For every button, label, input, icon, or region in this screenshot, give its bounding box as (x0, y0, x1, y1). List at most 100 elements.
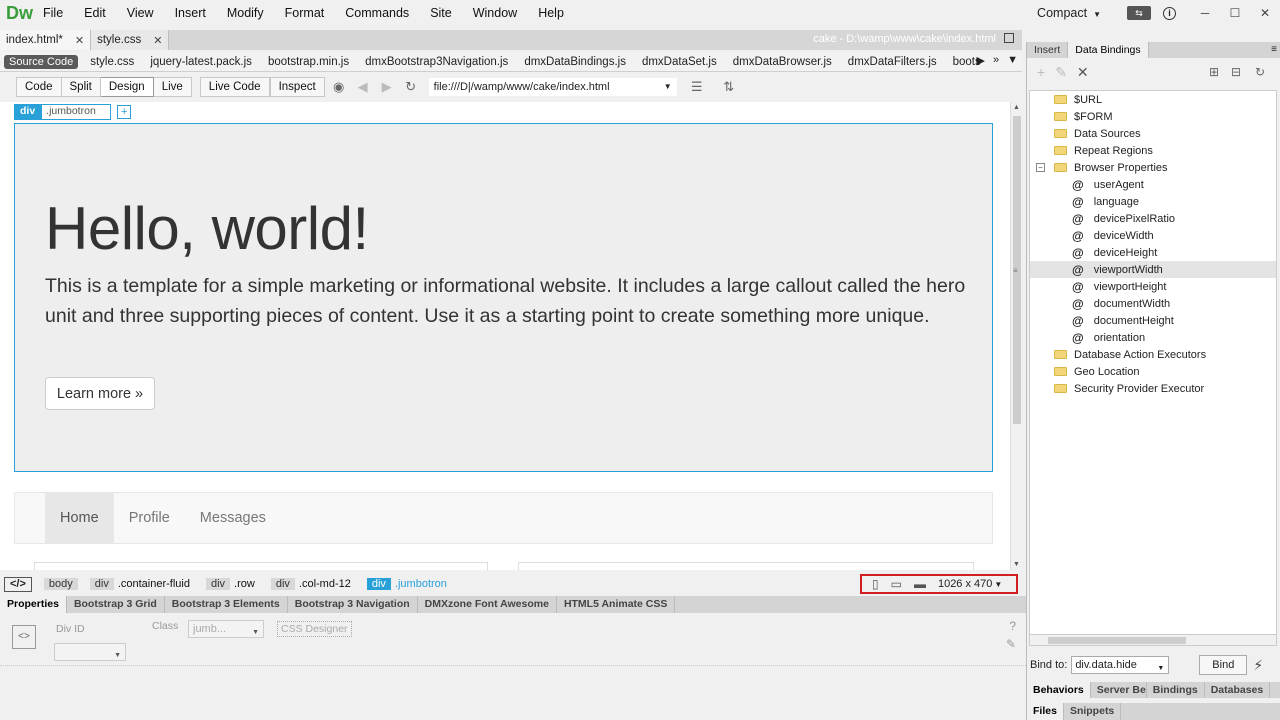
tab-server-behaviors[interactable]: Server Beh (1091, 682, 1147, 698)
menu-modify[interactable]: Modify (227, 6, 264, 20)
inspect-button[interactable]: Inspect (269, 77, 325, 97)
sync-settings-icon[interactable]: ⇆ (1127, 6, 1151, 20)
design-canvas[interactable]: div .jumbotron + Hello, world! This is a… (0, 102, 1010, 570)
close-icon[interactable]: ✕ (75, 34, 84, 47)
collapse-icon[interactable]: − (1036, 163, 1045, 172)
element-class[interactable]: .jumbotron (41, 104, 112, 120)
tab-bootstrap-grid[interactable]: Bootstrap 3 Grid (67, 596, 165, 613)
tree-item-database-action-executors[interactable]: Database Action Executors (1054, 346, 1206, 363)
related-file[interactable]: style.css (90, 56, 134, 68)
edit-icon[interactable]: ✎ (1055, 64, 1067, 81)
help-icon[interactable]: i (1163, 6, 1176, 20)
tree-item-data-sources[interactable]: Data Sources (1054, 125, 1141, 142)
globe-icon[interactable]: ◉ (329, 79, 349, 95)
file-transfer-icon[interactable]: ⇅ (719, 79, 739, 95)
close-button[interactable]: ✕ (1250, 6, 1280, 20)
code-navigator-button[interactable]: </> (4, 576, 32, 592)
bind-button[interactable]: Bind (1199, 655, 1248, 675)
tree-item-viewportheight[interactable]: @ viewportHeight (1072, 278, 1166, 295)
related-file[interactable]: dmxDataSet.js (642, 56, 717, 68)
magic-wand-icon[interactable]: ⚡ (1253, 657, 1263, 674)
tree-item-documentwidth[interactable]: @ documentWidth (1072, 295, 1170, 312)
tab-behaviors[interactable]: Behaviors (1027, 682, 1091, 698)
back-arrow-icon[interactable]: ◀ (353, 79, 373, 95)
tree-item-geo-location[interactable]: Geo Location (1054, 363, 1139, 380)
tab-bootstrap-navigation[interactable]: Bootstrap 3 Navigation (288, 596, 418, 613)
tab-index-html[interactable]: index.html* ✕ (0, 30, 92, 50)
refresh-icon[interactable]: ↻ (401, 79, 421, 95)
canvas-scrollbar[interactable]: ▲ ≡ ▼ (1010, 102, 1022, 570)
tree-item-browser-properties[interactable]: Browser Properties (1054, 159, 1168, 176)
tab-bootstrap-elements[interactable]: Bootstrap 3 Elements (165, 596, 288, 613)
related-file[interactable]: dmxDataFilters.js (848, 56, 937, 68)
nav-home[interactable]: Home (45, 493, 114, 543)
class-select[interactable]: jumb... ▼ (188, 620, 264, 638)
breadcrumb-container-fluid[interactable]: div .container-fluid (89, 578, 194, 590)
menu-help[interactable]: Help (538, 6, 564, 20)
tab-properties[interactable]: Properties (0, 596, 67, 613)
tree-item-documentheight[interactable]: @ documentHeight (1072, 312, 1174, 329)
chevron-down-icon[interactable]: ▼ (994, 580, 1002, 589)
tablet-size-icon[interactable]: ▭ (891, 577, 902, 591)
split-view-button[interactable]: Split (61, 77, 101, 97)
code-view-button[interactable]: Code (16, 77, 62, 97)
element-display[interactable]: div .jumbotron + (14, 104, 132, 120)
menu-view[interactable]: View (127, 6, 154, 20)
maximize-button[interactable]: ☐ (1220, 6, 1250, 20)
breadcrumb-col-md-12[interactable]: div .col-md-12 (270, 578, 355, 590)
close-icon[interactable]: ✕ (153, 34, 162, 47)
related-file[interactable]: dmxBootstrap3Navigation.js (365, 56, 508, 68)
related-file[interactable]: bootstrap.min.js (268, 56, 349, 68)
breadcrumb-jumbotron[interactable]: div .jumbotron (366, 578, 451, 590)
tab-insert[interactable]: Insert (1027, 42, 1069, 58)
more-files-icon[interactable]: » (993, 54, 999, 67)
jumbotron[interactable]: Hello, world! This is a template for a s… (14, 123, 993, 472)
menu-insert[interactable]: Insert (175, 6, 206, 20)
tab-animate-css[interactable]: HTML5 Animate CSS (557, 596, 676, 613)
tab-databases[interactable]: Databases (1205, 682, 1271, 698)
source-code-button[interactable]: Source Code (4, 54, 79, 69)
tab-data-bindings[interactable]: Data Bindings (1068, 42, 1149, 58)
tab-snippets[interactable]: Snippets (1064, 703, 1122, 720)
scroll-up-icon[interactable]: ▲ (1013, 104, 1020, 111)
breadcrumb-row[interactable]: div .row (205, 578, 259, 590)
tree-item-devicewidth[interactable]: @ deviceWidth (1072, 227, 1154, 244)
tab-bindings[interactable]: Bindings (1147, 682, 1205, 698)
tree-item-deviceheight[interactable]: @ deviceHeight (1072, 244, 1157, 261)
nav-profile[interactable]: Profile (114, 493, 185, 543)
menu-edit[interactable]: Edit (84, 6, 106, 20)
delete-icon[interactable]: ✕ (1077, 64, 1089, 81)
minimize-button[interactable]: ─ (1190, 6, 1220, 20)
related-file[interactable]: dmxDataBrowser.js (733, 56, 832, 68)
tree-item-devicepixelratio[interactable]: @ devicePixelRatio (1072, 210, 1175, 227)
css-designer-button[interactable]: CSS Designer (277, 621, 352, 637)
tab-files[interactable]: Files (1027, 703, 1064, 720)
add-icon[interactable]: + (1037, 64, 1045, 80)
chevron-down-icon[interactable]: ▼ (664, 82, 672, 91)
filter-icon[interactable]: ▼ (1007, 54, 1018, 67)
tree-item-orientation[interactable]: @ orientation (1072, 329, 1145, 346)
scroll-right-icon[interactable]: ▶ (977, 54, 985, 67)
mobile-size-icon[interactable]: ▯ (872, 577, 879, 591)
related-file[interactable]: jquery-latest.pack.js (150, 56, 252, 68)
forward-arrow-icon[interactable]: ▶ (377, 79, 397, 95)
live-view-button[interactable]: Live (153, 77, 192, 97)
related-file[interactable]: dmxDataBindings.js (524, 56, 626, 68)
edit-icon[interactable]: ✎ (1006, 637, 1016, 651)
tree-item-useragent[interactable]: @ userAgent (1072, 176, 1144, 193)
tree-item-security-provider-executor[interactable]: Security Provider Executor (1054, 380, 1204, 397)
menu-format[interactable]: Format (285, 6, 325, 20)
menu-commands[interactable]: Commands (345, 6, 409, 20)
scroll-down-icon[interactable]: ▼ (1013, 561, 1020, 568)
help-icon[interactable]: ? (1009, 619, 1016, 633)
design-view-button[interactable]: Design (100, 77, 154, 97)
menu-window[interactable]: Window (473, 6, 517, 20)
learn-more-button[interactable]: Learn more » (45, 377, 155, 410)
scrollbar-thumb[interactable] (1048, 637, 1186, 644)
collapse-all-icon[interactable]: ⊟ (1231, 65, 1241, 79)
nav-messages[interactable]: Messages (185, 493, 281, 543)
tab-style-css[interactable]: style.css ✕ (91, 30, 170, 50)
expand-all-icon[interactable]: ⊞ (1209, 65, 1219, 79)
view-options-icon[interactable]: ☰ (687, 79, 707, 95)
breadcrumb-body[interactable]: body (43, 578, 78, 590)
